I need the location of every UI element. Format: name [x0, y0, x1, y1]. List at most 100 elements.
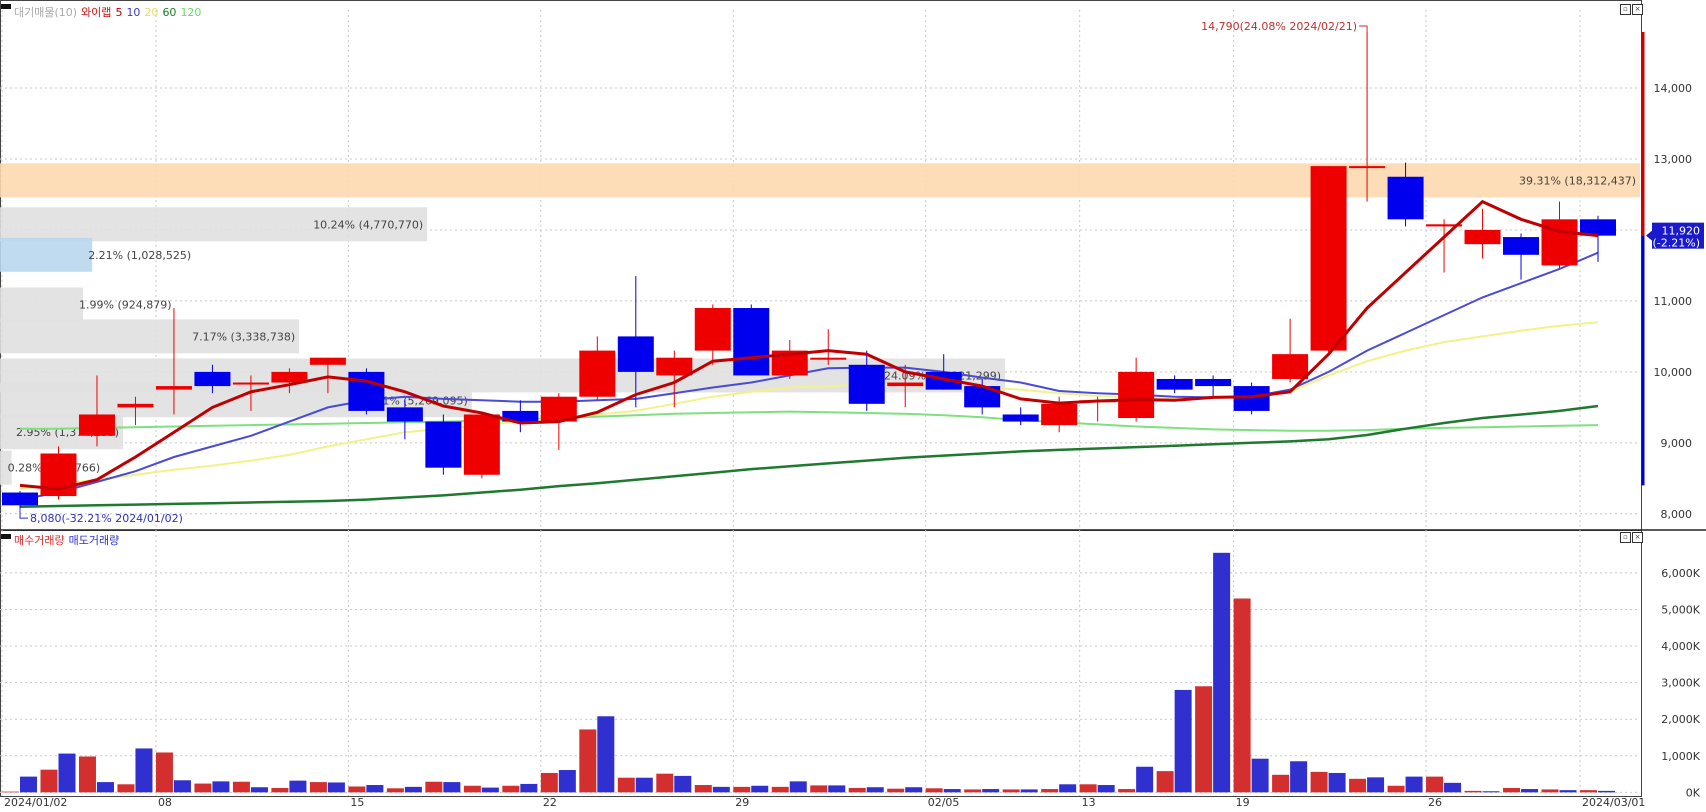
- legend-item-ma120[interactable]: 120: [180, 6, 201, 19]
- price-legend: 대기매물(10) 와이랩 5 10 20 60 120: [14, 4, 205, 20]
- sell-volume-bar: [712, 786, 730, 793]
- candle-body: [1310, 166, 1347, 351]
- candle-body: [425, 421, 462, 468]
- sell-volume-bar: [1521, 789, 1539, 793]
- volume-panel-menu-icon[interactable]: [1, 534, 11, 539]
- price-panel-restore-button[interactable]: ▫: [1620, 4, 1631, 15]
- panel-menu-icon[interactable]: [1, 4, 11, 9]
- sell-volume-bar: [443, 782, 461, 793]
- buy-volume-bar: [887, 788, 905, 793]
- candle-body: [1118, 371, 1155, 419]
- buy-volume-bar: [348, 786, 366, 793]
- candle-body: [1349, 166, 1386, 169]
- buy-volume-bar: [617, 777, 635, 793]
- buy-volume-bar: [1041, 789, 1059, 793]
- low-marker: [19, 508, 28, 519]
- price-tick-label: 13,000: [1654, 153, 1693, 166]
- buy-volume-bar: [733, 786, 751, 793]
- price-panel-close-button[interactable]: ×: [1632, 4, 1643, 15]
- volume-tick-label: 4,000K: [1661, 640, 1700, 653]
- candle-body: [848, 364, 885, 404]
- legend-item-company[interactable]: 와이랩: [81, 6, 111, 19]
- sell-volume-bar: [1020, 789, 1038, 793]
- volume-panel-close-button[interactable]: ×: [1632, 532, 1643, 543]
- volume-profile-label: 7.17% (3,338,738): [192, 330, 295, 343]
- legend-item-ma20[interactable]: 20: [144, 6, 158, 19]
- candle-body: [1503, 237, 1540, 255]
- sell-volume-bar: [1559, 790, 1577, 793]
- buy-volume-bar: [117, 784, 135, 793]
- sell-volume-bar: [674, 775, 692, 793]
- sell-volume-bar: [1251, 758, 1269, 793]
- sell-volume-bar: [905, 787, 923, 793]
- buy-volume-bar: [1002, 789, 1020, 793]
- candle-body: [463, 414, 500, 475]
- candle-body: [617, 336, 654, 372]
- volume-profile-band: [0, 237, 93, 272]
- sell-volume-bar: [173, 780, 191, 793]
- sell-volume-bar: [828, 785, 846, 793]
- buy-volume-bar: [425, 781, 443, 793]
- buy-volume-bar: [232, 781, 250, 793]
- sell-volume-bar: [1290, 761, 1308, 793]
- stock-chart[interactable]: 8,0009,00010,00011,00012,00013,00014,000…: [0, 0, 1706, 812]
- legend-item-sell-volume[interactable]: 매도거래량: [69, 534, 120, 547]
- sell-volume-bar: [1444, 782, 1462, 793]
- volume-profile-label: 2.21% (1,028,525): [88, 249, 191, 262]
- legend-item-ma10[interactable]: 10: [126, 6, 140, 19]
- price-tick-label: 14,000: [1654, 82, 1693, 95]
- candle-body: [579, 350, 616, 397]
- sell-volume-bar: [20, 776, 37, 793]
- sell-volume-bar: [597, 716, 615, 793]
- x-tick-label: 13: [1082, 796, 1096, 809]
- buy-volume-bar: [1541, 789, 1559, 793]
- buy-volume-bar: [40, 769, 58, 793]
- x-tick-label: 15: [350, 796, 364, 809]
- volume-tick-label: 3,000K: [1661, 677, 1700, 690]
- buy-volume-bar: [1272, 774, 1290, 793]
- volume-profile-band: [0, 287, 84, 322]
- candle-body: [194, 371, 231, 387]
- legend-item-ma5[interactable]: 5: [115, 6, 122, 19]
- volume-tick-label: 5,000K: [1661, 603, 1700, 616]
- buy-volume-bar: [579, 729, 597, 793]
- buy-volume-bar: [964, 789, 982, 793]
- volume-profile-label: 39.31% (18,312,437): [1519, 174, 1636, 187]
- buy-volume-bar: [810, 785, 828, 793]
- sell-volume-bar: [1097, 785, 1115, 793]
- sell-volume-bar: [1405, 776, 1423, 793]
- buy-volume-bar: [1387, 785, 1405, 793]
- legend-item-buy-volume[interactable]: 매수거래량: [14, 534, 65, 547]
- x-tick-label: 02/05: [928, 796, 960, 809]
- ma60-line: [19, 404, 1599, 508]
- current-price-pointer: [1646, 230, 1652, 241]
- candle-body: [117, 403, 154, 408]
- sell-volume-bar: [1213, 552, 1231, 793]
- low-annotation: 8,080(-32.21% 2024/01/02): [30, 512, 183, 525]
- candle-body: [2, 492, 38, 506]
- current-change-label: (-2.21%): [1653, 237, 1701, 250]
- sell-volume-bar: [404, 786, 422, 793]
- x-tick-label: 26: [1428, 796, 1442, 809]
- sell-volume-bar: [635, 777, 653, 793]
- sell-volume-bar: [1598, 790, 1615, 793]
- x-tick-label: 29: [735, 796, 749, 809]
- high-annotation: 14,790(24.08% 2024/02/21): [1201, 20, 1357, 33]
- sell-volume-bar: [1367, 777, 1385, 793]
- sell-volume-bar: [212, 781, 230, 793]
- buy-volume-bar: [386, 788, 404, 793]
- sell-volume-bar: [943, 789, 961, 793]
- legend-item-volume-profile[interactable]: 대기매물(10): [14, 6, 77, 19]
- sell-volume-bar: [366, 785, 384, 793]
- volume-panel-restore-button[interactable]: ▫: [1620, 532, 1631, 543]
- sell-volume-bar: [1482, 791, 1500, 793]
- buy-volume-bar: [1156, 771, 1174, 793]
- legend-item-ma60[interactable]: 60: [162, 6, 176, 19]
- buy-volume-bar: [1310, 771, 1328, 793]
- sell-volume-bar: [1328, 772, 1346, 793]
- buy-volume-bar: [1233, 598, 1251, 793]
- buy-volume-bar: [502, 785, 520, 793]
- high-marker: [1359, 25, 1368, 32]
- sell-volume-bar: [751, 785, 769, 793]
- sell-volume-bar: [866, 787, 884, 793]
